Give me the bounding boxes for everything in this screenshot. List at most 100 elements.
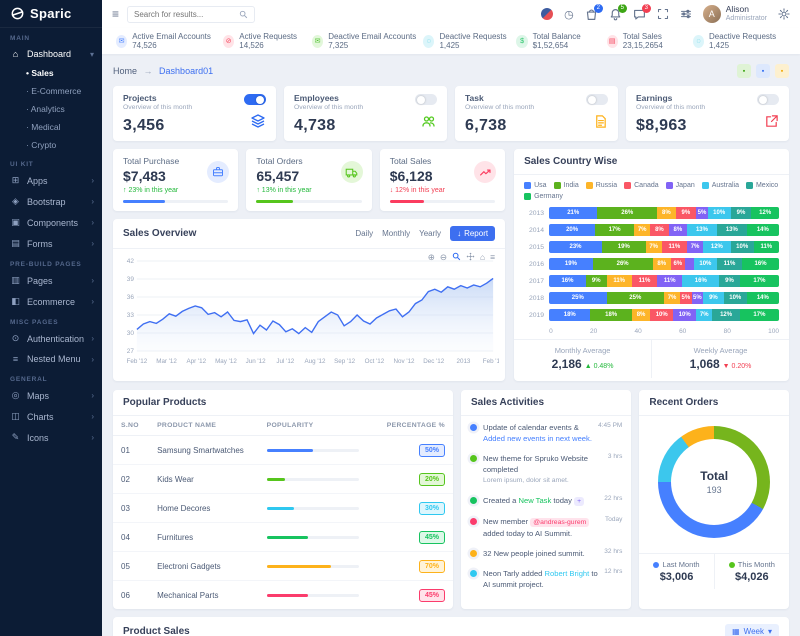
stacked-bar[interactable]: 23%19%7%11%7%12%10%11%: [549, 241, 779, 253]
app-logo[interactable]: Sparic: [0, 0, 102, 28]
sidebar-subitem-e-commerce[interactable]: · E-Commerce: [0, 82, 102, 100]
legend-item-india[interactable]: India: [554, 182, 579, 189]
stacked-bar[interactable]: 16%9%11%11%11%16%9%17%: [549, 275, 779, 287]
legend-item-usa[interactable]: Usa: [524, 182, 546, 189]
legend-item-japan[interactable]: Japan: [666, 182, 695, 189]
sidebar-subitem-crypto[interactable]: · Crypto: [0, 136, 102, 154]
ribbon-item[interactable]: ✉Active Email Accounts 74,526: [116, 32, 223, 50]
ribbon-item[interactable]: $Total Balance $1,52,654: [516, 32, 606, 50]
sidebar-item-dashboard[interactable]: ⌂Dashboard▾: [0, 44, 102, 64]
stacked-bar[interactable]: 20%17%7%8%8%13%13%14%: [549, 224, 779, 236]
sidebar-item-apps[interactable]: ⊞Apps›: [0, 170, 102, 191]
sidebar-item-bootstrap[interactable]: ◈Bootstrap›: [0, 191, 102, 212]
column-header[interactable]: S.NO: [113, 416, 149, 436]
svg-text:Jun '12: Jun '12: [246, 358, 266, 365]
sidebar-subitem-analytics[interactable]: · Analytics: [0, 100, 102, 118]
range-monthly[interactable]: Monthly: [382, 229, 410, 238]
sidebar-subitem-sales[interactable]: • Sales: [0, 64, 102, 82]
legend-item-canada[interactable]: Canada: [624, 182, 659, 189]
sidebar-item-pages[interactable]: ▥Pages›: [0, 270, 102, 291]
range-daily[interactable]: Daily: [355, 229, 373, 238]
activity-item[interactable]: New member @andreas-gurem added today to…: [470, 516, 622, 539]
sidebar-subitem-medical[interactable]: · Medical: [0, 118, 102, 136]
chart-menu-icon[interactable]: ≡: [490, 252, 495, 263]
activity-badge[interactable]: +: [574, 497, 584, 506]
x-tick: 60: [679, 328, 686, 335]
report-button[interactable]: ↓Report: [450, 226, 495, 241]
table-row[interactable]: 03Home Decores30%: [113, 494, 453, 523]
ribbon-item[interactable]: ⊘Active Requests 14,526: [223, 32, 312, 50]
sidebar-item-charts[interactable]: ◫Charts›: [0, 406, 102, 427]
popularity-fill: [267, 507, 295, 510]
sidebar-item-nested-menu[interactable]: ≡Nested Menu›: [0, 349, 102, 369]
activity-link[interactable]: Added new events in next week.: [483, 434, 592, 443]
projects-toggle[interactable]: [244, 94, 266, 105]
activity-item[interactable]: Update of calendar events & Added new ev…: [470, 422, 622, 444]
activity-item[interactable]: New theme for Spruko Website completedLo…: [470, 453, 622, 486]
stacked-bar[interactable]: 21%26%8%9%5%10%9%12%: [549, 207, 779, 219]
user-menu[interactable]: A Alison Administrator: [703, 5, 767, 23]
activity-item[interactable]: Created a New Task today +22 hrs: [470, 495, 622, 507]
ribbon-item[interactable]: ✉Deactive Email Accounts 7,325: [312, 32, 423, 50]
orders-donut-chart[interactable]: Total 193: [658, 426, 770, 538]
gear-icon[interactable]: [778, 8, 790, 20]
hamburger-menu-icon[interactable]: ≡: [112, 7, 119, 21]
stat-card-employees: Employees Overview of this month 4,738: [284, 86, 447, 141]
ribbon-item[interactable]: ◌Deactive Requests 1,425: [423, 32, 516, 50]
bar-segment-india: 18%: [590, 309, 631, 321]
clock-icon[interactable]: ◷: [564, 8, 574, 21]
country-bars-chart[interactable]: 201321%26%8%9%5%10%9%12%201420%17%7%8%8%…: [514, 202, 789, 321]
sidebar-item-forms[interactable]: ▤Forms›: [0, 233, 102, 254]
sales-overview-chart[interactable]: 423936333027Feb '12Mar '12Apr '12May '12…: [119, 251, 499, 377]
table-row[interactable]: 04Furnitures45%: [113, 523, 453, 552]
table-row[interactable]: 06Mechanical Parts45%: [113, 581, 453, 610]
zoom-out-icon[interactable]: ⊖: [440, 252, 447, 263]
home-icon[interactable]: ⌂: [480, 252, 485, 263]
sidebar-item-ecommerce[interactable]: ◧Ecommerce›: [0, 291, 102, 312]
column-header[interactable]: PRODUCT NAME: [149, 416, 259, 436]
table-row[interactable]: 05Electroni Gadgets70%: [113, 552, 453, 581]
column-header[interactable]: PERCENTAGE %: [374, 416, 453, 436]
messages-icon[interactable]: 3: [633, 8, 646, 21]
legend-item-germany[interactable]: Germany: [524, 193, 563, 200]
language-flag-icon[interactable]: [541, 8, 553, 20]
legend-item-australia[interactable]: Australia: [702, 182, 739, 189]
activity-item[interactable]: 32 New people joined summit.32 hrs: [470, 548, 622, 559]
earnings-toggle[interactable]: [757, 94, 779, 105]
legend-item-mexico[interactable]: Mexico: [746, 182, 778, 189]
week-dropdown-button[interactable]: ▦ Week ▾: [725, 624, 779, 636]
breadcrumb-home[interactable]: Home: [113, 66, 137, 76]
ribbon-item[interactable]: ▤Total Sales 23,15,2654: [607, 32, 693, 50]
selection-zoom-icon[interactable]: [452, 252, 461, 263]
notifications-bell-icon[interactable]: 5: [609, 8, 622, 21]
column-header[interactable]: POPULARITY: [259, 416, 374, 436]
activity-link[interactable]: Robert Bright: [545, 569, 590, 578]
activity-link[interactable]: New Task: [518, 496, 551, 505]
activity-badge[interactable]: @andreas-gurem: [530, 518, 589, 527]
quick-yellow-button[interactable]: ▪: [775, 64, 789, 78]
range-yearly[interactable]: Yearly: [419, 229, 441, 238]
cart-icon[interactable]: 2: [585, 8, 598, 21]
table-row[interactable]: 02Kids Wear20%: [113, 465, 453, 494]
stacked-bar[interactable]: 19%26%8%6%10%11%16%: [549, 258, 779, 270]
search-icon[interactable]: [239, 10, 248, 19]
settings-sliders-icon[interactable]: [680, 8, 692, 20]
sidebar-item-authentication[interactable]: ⊙Authentication›: [0, 328, 102, 349]
sidebar-item-maps[interactable]: ◎Maps›: [0, 385, 102, 406]
sidebar-item-icons[interactable]: ✎Icons›: [0, 427, 102, 448]
sidebar-item-components[interactable]: ▣Components›: [0, 212, 102, 233]
stacked-bar[interactable]: 18%18%8%10%10%7%12%17%: [549, 309, 779, 321]
ribbon-item[interactable]: ◌Deactive Requests 1,425: [693, 32, 786, 50]
table-row[interactable]: 01Samsung Smartwatches50%: [113, 436, 453, 465]
task-toggle[interactable]: [586, 94, 608, 105]
employees-toggle[interactable]: [415, 94, 437, 105]
pan-icon[interactable]: [466, 252, 475, 263]
fullscreen-icon[interactable]: [657, 8, 669, 20]
legend-item-russia[interactable]: Russia: [586, 182, 617, 189]
zoom-in-icon[interactable]: ⊕: [428, 252, 435, 263]
search-input[interactable]: [134, 10, 235, 19]
activity-item[interactable]: Neon Tarly added Robert Bright to AI sum…: [470, 568, 622, 590]
quick-green-button[interactable]: ▪: [737, 64, 751, 78]
quick-blue-button[interactable]: ▪: [756, 64, 770, 78]
stacked-bar[interactable]: 25%25%7%5%5%9%10%14%: [549, 292, 779, 304]
